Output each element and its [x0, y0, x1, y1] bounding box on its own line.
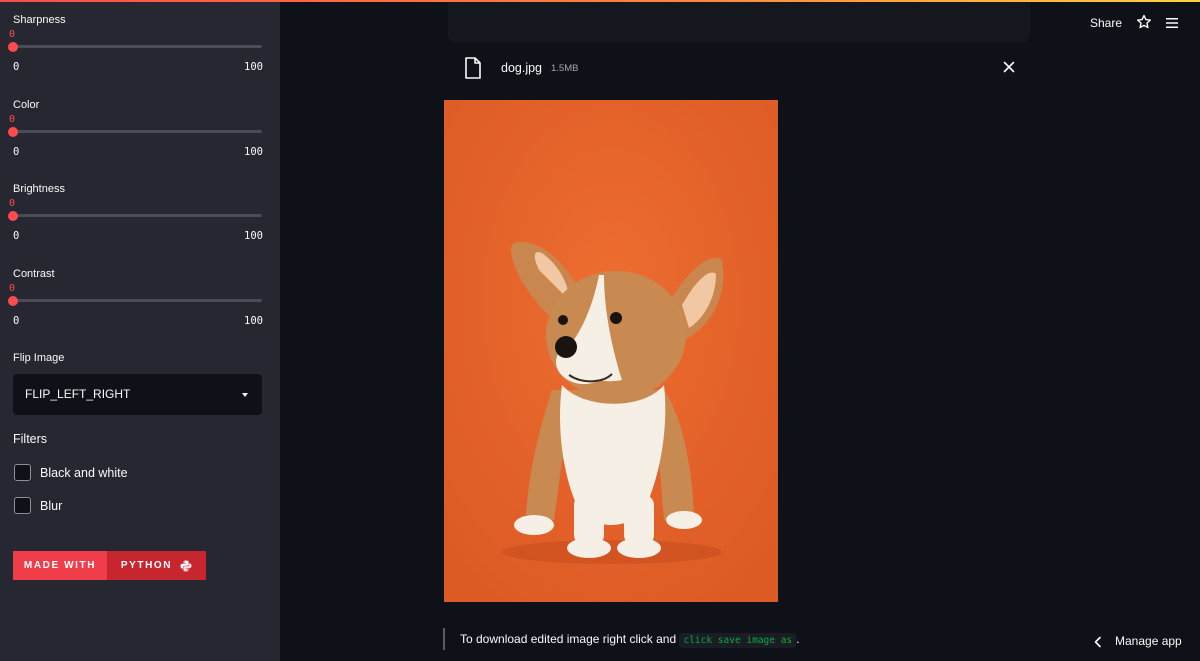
- slider-thumb[interactable]: [8, 296, 18, 306]
- caption-divider: [443, 628, 445, 650]
- manage-app-button[interactable]: Manage app: [1115, 634, 1182, 648]
- black-and-white-checkbox[interactable]: Black and white: [13, 463, 263, 483]
- contrast-slider[interactable]: Contrast 0 0 100: [8, 268, 263, 348]
- chevron-left-icon[interactable]: [1093, 636, 1103, 648]
- slider-value: 0: [9, 114, 16, 125]
- slider-max: 100: [244, 61, 263, 73]
- download-instructions: To download edited image right click and…: [460, 632, 800, 648]
- badge-right: PYTHON: [107, 551, 206, 580]
- slider-min: 0: [13, 61, 20, 73]
- slider-thumb[interactable]: [8, 42, 18, 52]
- color-slider[interactable]: Color 0 0 100: [8, 99, 263, 179]
- slider-min: 0: [13, 230, 20, 242]
- slider-max: 100: [244, 315, 263, 327]
- file-size: 1.5MB: [551, 63, 579, 74]
- blur-checkbox[interactable]: Blur: [13, 496, 263, 516]
- slider-label: Color: [13, 99, 40, 111]
- caption-tail: .: [796, 632, 800, 646]
- badge-right-label: PYTHON: [120, 560, 173, 571]
- top-accent-line: [0, 0, 1200, 2]
- slider-track[interactable]: [13, 45, 262, 48]
- slider-min: 0: [13, 315, 20, 327]
- share-button[interactable]: Share: [1090, 16, 1122, 30]
- slider-label: Contrast: [13, 268, 55, 280]
- slider-max: 100: [244, 230, 263, 242]
- corgi-puppy-illustration: [444, 100, 778, 602]
- file-icon: [465, 57, 481, 79]
- brightness-slider[interactable]: Brightness 0 0 100: [8, 183, 263, 263]
- checkbox-label: Black and white: [40, 466, 128, 480]
- checkbox-box[interactable]: [14, 464, 31, 481]
- slider-max: 100: [244, 146, 263, 158]
- badge-left: MADE WITH: [13, 551, 107, 580]
- slider-label: Brightness: [13, 183, 65, 195]
- filters-heading: Filters: [13, 432, 48, 446]
- slider-track[interactable]: [13, 299, 262, 302]
- flip-image-select[interactable]: FLIP_LEFT_RIGHT: [13, 374, 262, 415]
- slider-label: Sharpness: [13, 14, 66, 26]
- slider-track[interactable]: [13, 130, 262, 133]
- made-with-python-badge: MADE WITH PYTHON: [13, 551, 206, 580]
- file-name: dog.jpg: [501, 61, 543, 75]
- checkbox-box[interactable]: [14, 497, 31, 514]
- slider-track[interactable]: [13, 214, 262, 217]
- caption-text: To download edited image right click and: [460, 632, 677, 646]
- slider-value: 0: [9, 29, 16, 40]
- star-icon[interactable]: [1136, 14, 1152, 30]
- caption-code: click save image as: [679, 633, 797, 648]
- slider-min: 0: [13, 146, 20, 158]
- close-icon[interactable]: [1002, 60, 1016, 74]
- sidebar: Sharpness 0 0 100 Color 0 0 100 Brightne…: [0, 0, 280, 661]
- checkbox-label: Blur: [40, 499, 63, 513]
- flip-image-label: Flip Image: [13, 352, 65, 364]
- edited-image: [444, 100, 778, 602]
- hamburger-menu-icon[interactable]: [1164, 15, 1180, 31]
- slider-value: 0: [9, 198, 16, 209]
- python-icon: [180, 560, 192, 571]
- select-value: FLIP_LEFT_RIGHT: [25, 387, 131, 401]
- slider-thumb[interactable]: [8, 127, 18, 137]
- slider-thumb[interactable]: [8, 211, 18, 221]
- main-area: Share dog.jpg 1.5MB To download edited i…: [280, 0, 1200, 661]
- faded-header-bar: [448, 2, 1030, 42]
- caret-down-icon: [242, 393, 248, 397]
- sharpness-slider[interactable]: Sharpness 0 0 100: [8, 14, 263, 94]
- slider-value: 0: [9, 283, 16, 294]
